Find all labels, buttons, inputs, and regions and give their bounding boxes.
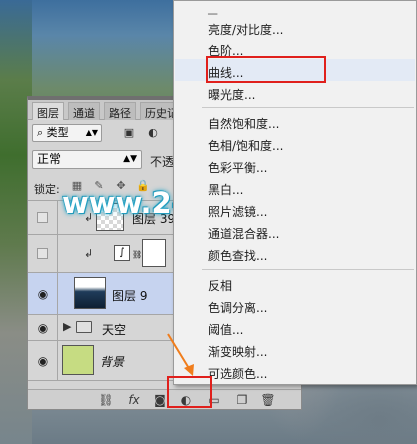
search-icon: ⌕ (37, 126, 44, 139)
eye-icon[interactable]: ◉ (36, 321, 50, 335)
filter-label: 类型 (46, 126, 69, 139)
panel-bottom-toolbar: ⛓ fx ◙ ◐ ▭ ❐ 🗑 (28, 389, 301, 409)
link-icon[interactable]: ⛓ (98, 392, 114, 408)
trash-icon[interactable]: 🗑 (260, 392, 276, 408)
menu-item-color-balance[interactable]: 色彩平衡... (208, 159, 267, 176)
menu-item-vibrance[interactable]: 自然饱和度... (208, 115, 279, 132)
lock-label: 锁定: (34, 183, 60, 196)
layer-filter-select[interactable]: ⌕ 类型 ▲▼ (32, 124, 102, 142)
blend-mode-select[interactable]: 正常 ▲▼ (32, 150, 142, 169)
layer-name[interactable]: 图层 9 (112, 287, 147, 304)
menu-separator (202, 269, 414, 270)
mask-icon[interactable]: ◙ (152, 392, 168, 408)
menu-item-hue-saturation[interactable]: 色相/饱和度... (208, 137, 284, 154)
layer-name[interactable]: 天空 (102, 321, 126, 338)
menu-item-gradient-map[interactable]: 渐变映射... (208, 343, 267, 360)
tab-channels[interactable]: 通道 (68, 102, 100, 120)
layer-mask-thumbnail (142, 239, 166, 267)
filter-pixel-icon[interactable]: ▣ (122, 126, 136, 140)
menu-separator (202, 107, 414, 108)
eye-icon[interactable]: ◉ (36, 354, 50, 368)
eye-icon[interactable]: ◉ (36, 287, 50, 301)
tab-layers[interactable]: 图层 (32, 102, 64, 120)
chevron-down-icon: ▲▼ (123, 154, 137, 164)
opacity-label: 不透 (150, 155, 175, 169)
chevron-down-icon: ▲▼ (85, 128, 98, 137)
layer-thumbnail (62, 345, 94, 375)
visibility-toggle[interactable] (37, 212, 48, 223)
menu-item-channel-mixer[interactable]: 通道混合器... (208, 225, 279, 242)
menu-item-brightness-contrast[interactable]: 亮度/对比度... (208, 21, 284, 38)
layer-thumbnail (74, 277, 106, 309)
filter-adjustment-icon[interactable]: ◐ (146, 126, 160, 140)
pointer-arrow-icon (167, 333, 194, 376)
chain-link-icon[interactable]: ⛓ (132, 250, 142, 259)
fx-icon[interactable]: fx (126, 392, 142, 408)
menu-item-color-lookup[interactable]: 颜色查找... (208, 247, 267, 264)
expand-arrow-icon[interactable]: ▶ (63, 320, 71, 333)
menu-item-exposure[interactable]: 曝光度... (208, 86, 255, 103)
menu-item-black-white[interactable]: 黑白... (208, 181, 243, 198)
clip-arrow-icon: ↲ (84, 247, 94, 260)
curves-icon: ∫ (114, 245, 130, 261)
folder-icon (76, 321, 92, 333)
menu-item-invert[interactable]: 反相 (208, 277, 232, 294)
layer-name[interactable]: 背景 (100, 353, 124, 370)
menu-item-threshold[interactable]: 阈值... (208, 321, 243, 338)
blend-mode-value: 正常 (37, 152, 62, 166)
menu-item-posterize[interactable]: 色调分离... (208, 299, 267, 316)
visibility-toggle[interactable] (37, 248, 48, 259)
menu-item-partial: ▁ (208, 1, 218, 15)
menu-item-selective-color[interactable]: 可选颜色... (208, 365, 267, 382)
curves-highlight-box (206, 56, 326, 83)
tab-paths[interactable]: 路径 (104, 102, 136, 120)
menu-item-photo-filter[interactable]: 照片滤镜... (208, 203, 267, 220)
new-layer-icon[interactable]: ❐ (234, 392, 250, 408)
